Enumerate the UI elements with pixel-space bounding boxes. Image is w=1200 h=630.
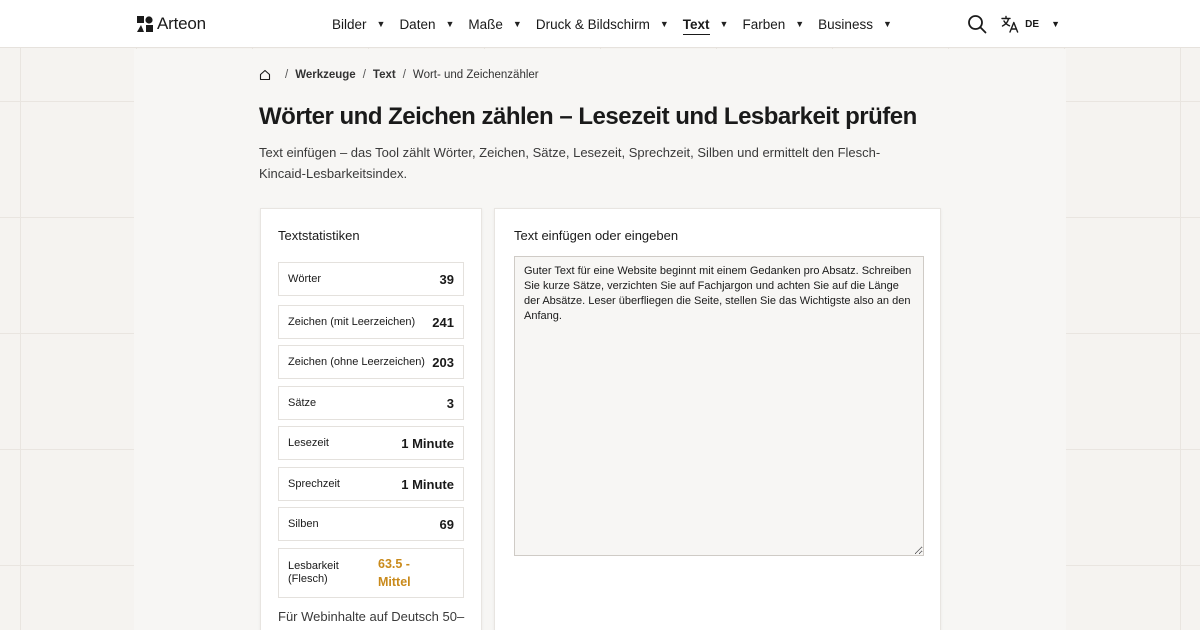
page-description: Text einfügen – das Tool zählt Wörter, Z… bbox=[259, 145, 881, 181]
language-label: DE bbox=[1025, 18, 1040, 30]
language-switcher[interactable]: DE ▼ bbox=[1001, 15, 1060, 33]
breadcrumb-separator: / bbox=[402, 69, 406, 81]
logo[interactable]: Arteon bbox=[137, 14, 206, 34]
stat-label: Silben bbox=[288, 518, 319, 530]
translate-icon bbox=[1001, 15, 1019, 33]
stat-label: Sprechzeit bbox=[288, 478, 340, 490]
breadcrumb-link-werkzeuge[interactable]: Werkzeuge bbox=[295, 69, 356, 81]
main-nav: Bilder ▼ Daten ▼ Maße ▼ Druck & Bildschi… bbox=[332, 0, 906, 48]
stat-value: 241 bbox=[432, 314, 454, 330]
nav-item-farben[interactable]: Farben ▼ bbox=[742, 0, 804, 48]
caret-down-icon: ▼ bbox=[882, 19, 892, 29]
stat-value: 1 Minute bbox=[401, 435, 454, 451]
header-actions: DE ▼ bbox=[967, 0, 1060, 48]
stats-card: Textstatistiken Wörter 39 Zeichen (mit L… bbox=[260, 208, 482, 630]
nav-label: Druck & Bildschirm bbox=[535, 16, 650, 32]
readability-value: 63.5 - Mittel bbox=[378, 557, 411, 589]
nav-label: Farben bbox=[742, 16, 786, 32]
nav-label: Maße bbox=[468, 16, 503, 32]
stat-row-silben: Silben 69 bbox=[278, 507, 464, 541]
nav-label: Business bbox=[818, 16, 873, 32]
stat-label: Lesezeit bbox=[288, 437, 329, 449]
logo-icon bbox=[137, 16, 153, 32]
nav-label: Bilder bbox=[332, 16, 367, 32]
stat-value: 203 bbox=[432, 354, 454, 370]
nav-item-bilder[interactable]: Bilder ▼ bbox=[332, 0, 385, 48]
main-content: / Werkzeuge / Text / Wort- und Zeichenzä… bbox=[134, 49, 1066, 630]
stats-title: Textstatistiken bbox=[278, 228, 360, 243]
text-input-card: Text einfügen oder eingeben Guter Text f… bbox=[494, 208, 941, 630]
stat-label: Lesbarkeit (Flesch) bbox=[288, 560, 339, 585]
breadcrumb-current: Wort- und Zeichenzähler bbox=[412, 69, 539, 81]
stat-value: 39 bbox=[439, 271, 454, 287]
stat-row-saetze: Sätze 3 bbox=[278, 386, 464, 420]
caret-down-icon: ▼ bbox=[719, 19, 729, 29]
home-icon[interactable] bbox=[259, 69, 271, 81]
page-title: Wörter und Zeichen zählen – Lesezeit und… bbox=[259, 103, 917, 130]
breadcrumb-link-text[interactable]: Text bbox=[373, 69, 396, 81]
stat-value: 1 Minute bbox=[401, 476, 454, 492]
caret-down-icon: ▼ bbox=[445, 19, 455, 29]
top-navigation-bar: Arteon Bilder ▼ Daten ▼ Maße ▼ Druck & B… bbox=[0, 0, 1200, 48]
nav-item-text[interactable]: Text ▼ bbox=[682, 0, 729, 48]
stat-row-zeichen-ohne-leerzeichen: Zeichen (ohne Leerzeichen) 203 bbox=[278, 345, 464, 379]
nav-item-masse[interactable]: Maße ▼ bbox=[468, 0, 521, 48]
search-icon[interactable] bbox=[967, 14, 987, 34]
stat-value: 3 bbox=[446, 395, 454, 411]
stat-row-zeichen-mit-leerzeichen: Zeichen (mit Leerzeichen) 241 bbox=[278, 305, 464, 339]
text-input-area[interactable]: Guter Text für eine Website beginnt mit … bbox=[514, 256, 924, 556]
breadcrumb-separator: / bbox=[285, 69, 289, 81]
nav-item-business[interactable]: Business ▼ bbox=[818, 0, 892, 48]
stat-row-lesbarkeit: Lesbarkeit (Flesch) 63.5 - Mittel bbox=[278, 548, 464, 598]
stat-row-sprechzeit: Sprechzeit 1 Minute bbox=[278, 467, 464, 501]
caret-down-icon: ▼ bbox=[512, 19, 522, 29]
stats-note: Für Webinhalte auf Deutsch 50– bbox=[278, 609, 465, 624]
breadcrumb: / Werkzeuge / Text / Wort- und Zeichenzä… bbox=[259, 69, 539, 81]
breadcrumb-separator: / bbox=[362, 69, 366, 81]
logo-text: Arteon bbox=[157, 14, 206, 33]
nav-item-druck-bildschirm[interactable]: Druck & Bildschirm ▼ bbox=[536, 0, 669, 48]
caret-down-icon: ▼ bbox=[795, 19, 805, 29]
caret-down-icon: ▼ bbox=[376, 19, 386, 29]
stat-label: Zeichen (ohne Leerzeichen) bbox=[288, 356, 425, 368]
stat-value: 69 bbox=[439, 516, 454, 532]
stat-label: Sätze bbox=[288, 397, 317, 409]
caret-down-icon: ▼ bbox=[659, 19, 669, 29]
nav-item-daten[interactable]: Daten ▼ bbox=[399, 0, 454, 48]
nav-label: Text bbox=[682, 17, 710, 35]
stat-label: Zeichen (mit Leerzeichen) bbox=[288, 316, 416, 328]
stat-label: Wörter bbox=[288, 273, 321, 285]
nav-label: Daten bbox=[399, 16, 436, 32]
stat-row-woerter: Wörter 39 bbox=[278, 262, 464, 296]
caret-down-icon: ▼ bbox=[1051, 19, 1060, 29]
stat-row-lesezeit: Lesezeit 1 Minute bbox=[278, 426, 464, 460]
editor-title: Text einfügen oder eingeben bbox=[514, 228, 679, 243]
